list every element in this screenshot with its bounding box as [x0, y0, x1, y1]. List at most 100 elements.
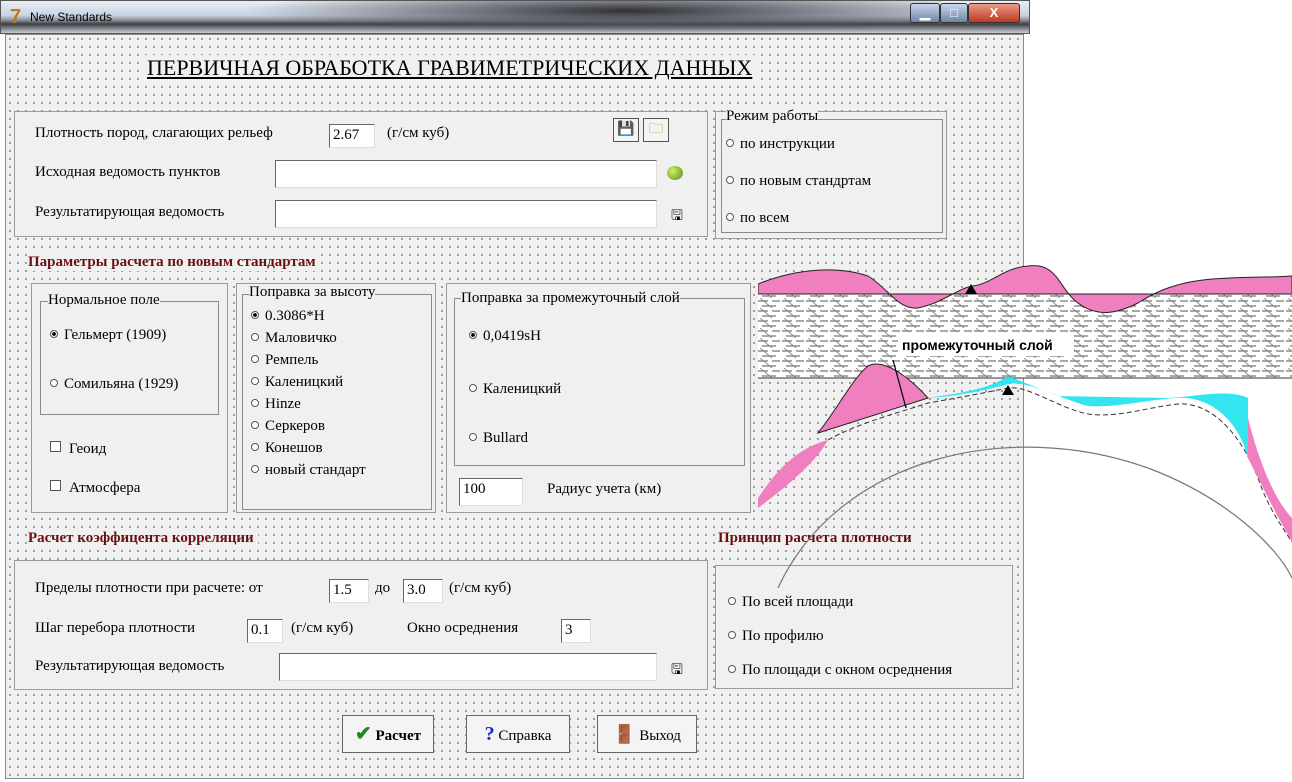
normal-field-title: Нормальное поле	[48, 292, 160, 309]
radio-layer-00419[interactable]: 0,0419sH	[469, 328, 541, 345]
result-label: Результатирующая ведомость	[35, 204, 225, 221]
window-titlebar[interactable]	[0, 0, 1030, 34]
step-input[interactable]: 0.1	[247, 619, 283, 643]
density-unit: (г/см куб)	[387, 125, 450, 142]
radio-principle-profile[interactable]: По профилю	[728, 628, 824, 645]
mode-radio-new-standards[interactable]: по новым стандртам	[726, 173, 871, 190]
step-label: Шаг перебора плотности	[35, 620, 196, 637]
mode-radio-instruction[interactable]: по инструкции	[726, 136, 835, 153]
params-header: Параметры расчета по новым стандартам	[28, 254, 320, 271]
radius-label: Радиус учета (км)	[547, 481, 662, 498]
density-to-input[interactable]: 3.0	[403, 579, 443, 603]
minimize-button[interactable]: ▁	[910, 3, 940, 23]
lower-right-pink	[1248, 418, 1292, 542]
radius-input[interactable]: 100	[459, 478, 523, 506]
density-label: Плотность пород, слагающих рельеф	[35, 125, 273, 142]
radio-helmert[interactable]: Гельмерт (1909)	[50, 327, 166, 344]
deep-arc	[777, 446, 1292, 588]
to-label: до	[375, 580, 391, 597]
limits-label: Пределы плотности при расчете: от	[35, 580, 263, 597]
lower-left-pink	[758, 440, 828, 508]
radio-icon	[251, 399, 259, 407]
radio-icon	[251, 377, 259, 385]
checkmark-icon: ✔	[354, 723, 372, 745]
checkbox-geoid[interactable]: Геоид	[50, 441, 106, 458]
open-file-icon[interactable]	[667, 166, 683, 180]
checkbox-atmosphere[interactable]: Атмосфера	[50, 480, 140, 497]
window-input[interactable]: 3	[561, 619, 591, 643]
normal-field-frame	[40, 301, 219, 415]
radio-icon	[728, 597, 736, 605]
source-input[interactable]	[275, 160, 657, 188]
limits-unit: (г/см куб)	[449, 580, 512, 597]
radio-height-hinze[interactable]: Hinze	[251, 396, 301, 413]
layer-corr-panel: Поправка за промежуточный слой 0,0419sH …	[446, 283, 751, 513]
radio-icon	[728, 665, 736, 673]
source-label: Исходная ведомость пунктов	[35, 164, 221, 181]
window-label: Окно осреднения	[407, 620, 519, 637]
radio-somigliana[interactable]: Сомильяна (1929)	[50, 376, 178, 393]
door-icon: 🚪	[613, 724, 636, 744]
radio-icon	[251, 421, 259, 429]
floppy-icon: 💾	[617, 122, 635, 137]
checkbox-icon	[50, 441, 61, 452]
exit-button[interactable]: 🚪 Выход	[597, 715, 697, 753]
radio-selected-icon	[50, 330, 58, 338]
save-file-icon[interactable]: 🖫	[671, 659, 683, 683]
normal-field-panel: Нормальное поле Гельмерт (1909) Сомильян…	[31, 283, 228, 513]
radio-icon	[251, 465, 259, 473]
radio-layer-kalenitsky[interactable]: Каленицкий	[469, 381, 561, 398]
corr-result-input[interactable]	[279, 653, 657, 681]
radio-height-kalenitsky[interactable]: Каленицкий	[251, 374, 343, 391]
radio-icon	[50, 379, 58, 387]
help-button[interactable]: ? Справка	[466, 715, 570, 753]
save-params-button[interactable]: 💾	[613, 118, 639, 142]
page-title: ПЕРВИЧНАЯ ОБРАБОТКА ГРАВИМЕТРИЧЕСКИХ ДАН…	[144, 55, 756, 81]
corr-header: Расчет коэффицента корреляции	[28, 530, 258, 547]
titlebar-shading	[241, 1, 941, 34]
radio-principle-all-area[interactable]: По всей площади	[728, 594, 853, 611]
maximize-button[interactable]: □	[940, 3, 968, 23]
calc-button[interactable]: ✔ Расчет	[342, 715, 434, 753]
corr-panel: Пределы плотности при расчете: от 1.5 до…	[14, 560, 708, 690]
radio-height-rempel[interactable]: Ремпель	[251, 352, 318, 369]
station-marker-bottom	[1002, 385, 1014, 395]
result-input[interactable]	[275, 200, 657, 228]
radio-icon	[726, 213, 734, 221]
radio-icon	[251, 443, 259, 451]
radio-icon	[251, 355, 259, 363]
radio-selected-icon	[469, 331, 477, 339]
radio-icon	[728, 631, 736, 639]
radio-height-new-standard[interactable]: новый стандарт	[251, 462, 366, 479]
close-button[interactable]: X	[968, 3, 1020, 23]
save-file-icon[interactable]: 🖫	[671, 205, 683, 229]
mode-panel: Режим работы по инструкции по новым стан…	[715, 108, 947, 239]
question-icon: ?	[484, 723, 495, 745]
layer-label: промежуточный слой	[902, 337, 1053, 353]
radio-selected-icon	[251, 311, 259, 319]
folder-icon: 🗀	[649, 122, 663, 137]
radio-height-serkerov[interactable]: Серкеров	[251, 418, 325, 435]
height-corr-panel: Поправка за высоту 0.3086*H Маловичко Ре…	[236, 283, 436, 513]
step-unit: (г/см куб)	[291, 620, 354, 637]
files-panel: Плотность пород, слагающих рельеф 2.67 (…	[14, 111, 708, 237]
checkbox-icon	[50, 480, 61, 491]
radio-height-03086[interactable]: 0.3086*H	[251, 308, 325, 325]
radio-height-malovichko[interactable]: Маловичко	[251, 330, 337, 347]
radio-layer-bullard[interactable]: Bullard	[469, 430, 528, 447]
mode-radio-all[interactable]: по всем	[726, 210, 789, 227]
layer-corr-title: Поправка за промежуточный слой	[461, 290, 680, 307]
window-title: New Standards	[30, 10, 113, 24]
radio-icon	[726, 139, 734, 147]
density-from-input[interactable]: 1.5	[329, 579, 369, 603]
radio-icon	[469, 433, 477, 441]
corr-result-label: Результатирующая ведомость	[35, 658, 225, 675]
height-corr-title: Поправка за высоту	[249, 284, 376, 301]
intermediate-layer-diagram: промежуточный слой	[758, 265, 1292, 588]
radio-height-koneshov[interactable]: Конешов	[251, 440, 323, 457]
radio-principle-window[interactable]: По площади с окном осреднения	[728, 662, 952, 679]
open-params-button[interactable]: 🗀	[643, 118, 669, 142]
radio-icon	[251, 333, 259, 341]
density-input[interactable]: 2.67	[329, 124, 375, 148]
radio-icon	[726, 176, 734, 184]
